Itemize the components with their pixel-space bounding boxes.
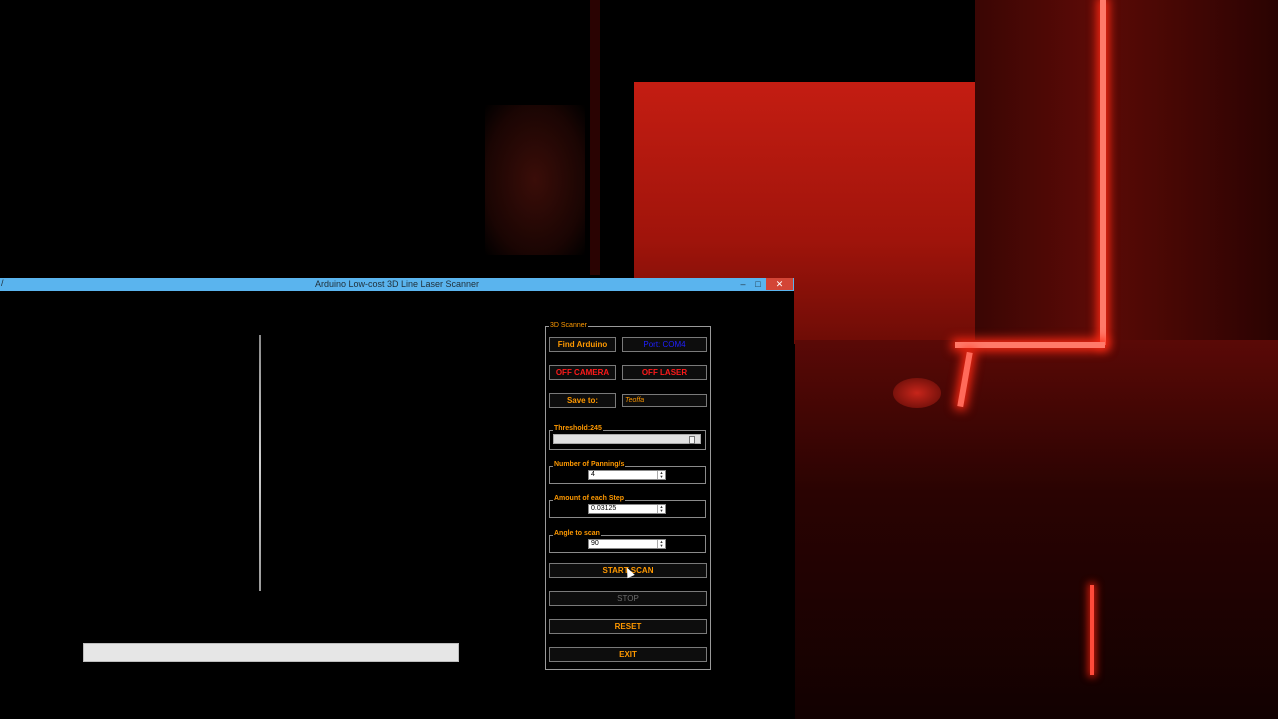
- hanging-cloth: [485, 105, 585, 255]
- step-input[interactable]: 0.03125 ▲ ▼: [588, 504, 666, 514]
- threshold-label: Threshold:245: [553, 425, 603, 432]
- spin-arrows-icon[interactable]: ▲ ▼: [657, 505, 665, 513]
- laser-line-horizontal: [955, 342, 1105, 348]
- panning-value: 4: [591, 471, 595, 478]
- panning-group: Number of Panning/s 4 ▲ ▼: [549, 461, 706, 484]
- save-to-button[interactable]: Save to:: [549, 393, 616, 408]
- laser-line-vertical: [1100, 0, 1106, 345]
- title-bar[interactable]: / Arduino Low-cost 3D Line Laser Scanner…: [0, 278, 794, 291]
- save-path-field[interactable]: Teoffa: [622, 394, 707, 407]
- port-status: Port: COM4: [622, 337, 707, 352]
- detected-laser-line: [259, 335, 261, 591]
- slider-thumb[interactable]: [689, 436, 695, 444]
- panel-legend: 3D Scanner: [549, 322, 588, 329]
- angle-input[interactable]: 90 ▲ ▼: [588, 539, 666, 549]
- scanner-panel: 3D Scanner Find Arduino Port: COM4 OFF C…: [545, 322, 711, 670]
- laser-line-bottom: [1090, 585, 1094, 675]
- scan-preview: [0, 291, 545, 719]
- door-frame: [590, 0, 600, 275]
- angle-group: Angle to scan 90 ▲ ▼: [549, 530, 706, 553]
- reset-button[interactable]: RESET: [549, 619, 707, 634]
- shelf-area: [795, 340, 1278, 719]
- threshold-slider[interactable]: [553, 434, 701, 444]
- spin-arrows-icon[interactable]: ▲ ▼: [657, 471, 665, 479]
- minimize-icon[interactable]: –: [736, 278, 750, 290]
- stop-button[interactable]: STOP: [549, 591, 707, 606]
- panning-input[interactable]: 4 ▲ ▼: [588, 470, 666, 480]
- maximize-icon[interactable]: □: [751, 278, 765, 290]
- step-label: Amount of each Step: [553, 495, 626, 502]
- angle-value: 90: [591, 540, 599, 547]
- cup-object: [893, 378, 941, 408]
- step-group: Amount of each Step 0.03125 ▲ ▼: [549, 495, 706, 518]
- scan-progress-bar: [83, 643, 459, 662]
- threshold-group: Threshold:245: [549, 425, 706, 450]
- exit-button[interactable]: EXIT: [549, 647, 707, 662]
- off-laser-button[interactable]: OFF LASER: [622, 365, 707, 380]
- angle-label: Angle to scan: [553, 530, 601, 537]
- scanner-window: / Arduino Low-cost 3D Line Laser Scanner…: [0, 278, 794, 719]
- find-arduino-button[interactable]: Find Arduino: [549, 337, 616, 352]
- panning-label: Number of Panning/s: [553, 461, 626, 468]
- step-value: 0.03125: [591, 505, 617, 512]
- spin-arrows-icon[interactable]: ▲ ▼: [657, 540, 665, 548]
- window-title: Arduino Low-cost 3D Line Laser Scanner: [314, 279, 480, 289]
- off-camera-button[interactable]: OFF CAMERA: [549, 365, 616, 380]
- close-icon[interactable]: ✕: [766, 278, 793, 290]
